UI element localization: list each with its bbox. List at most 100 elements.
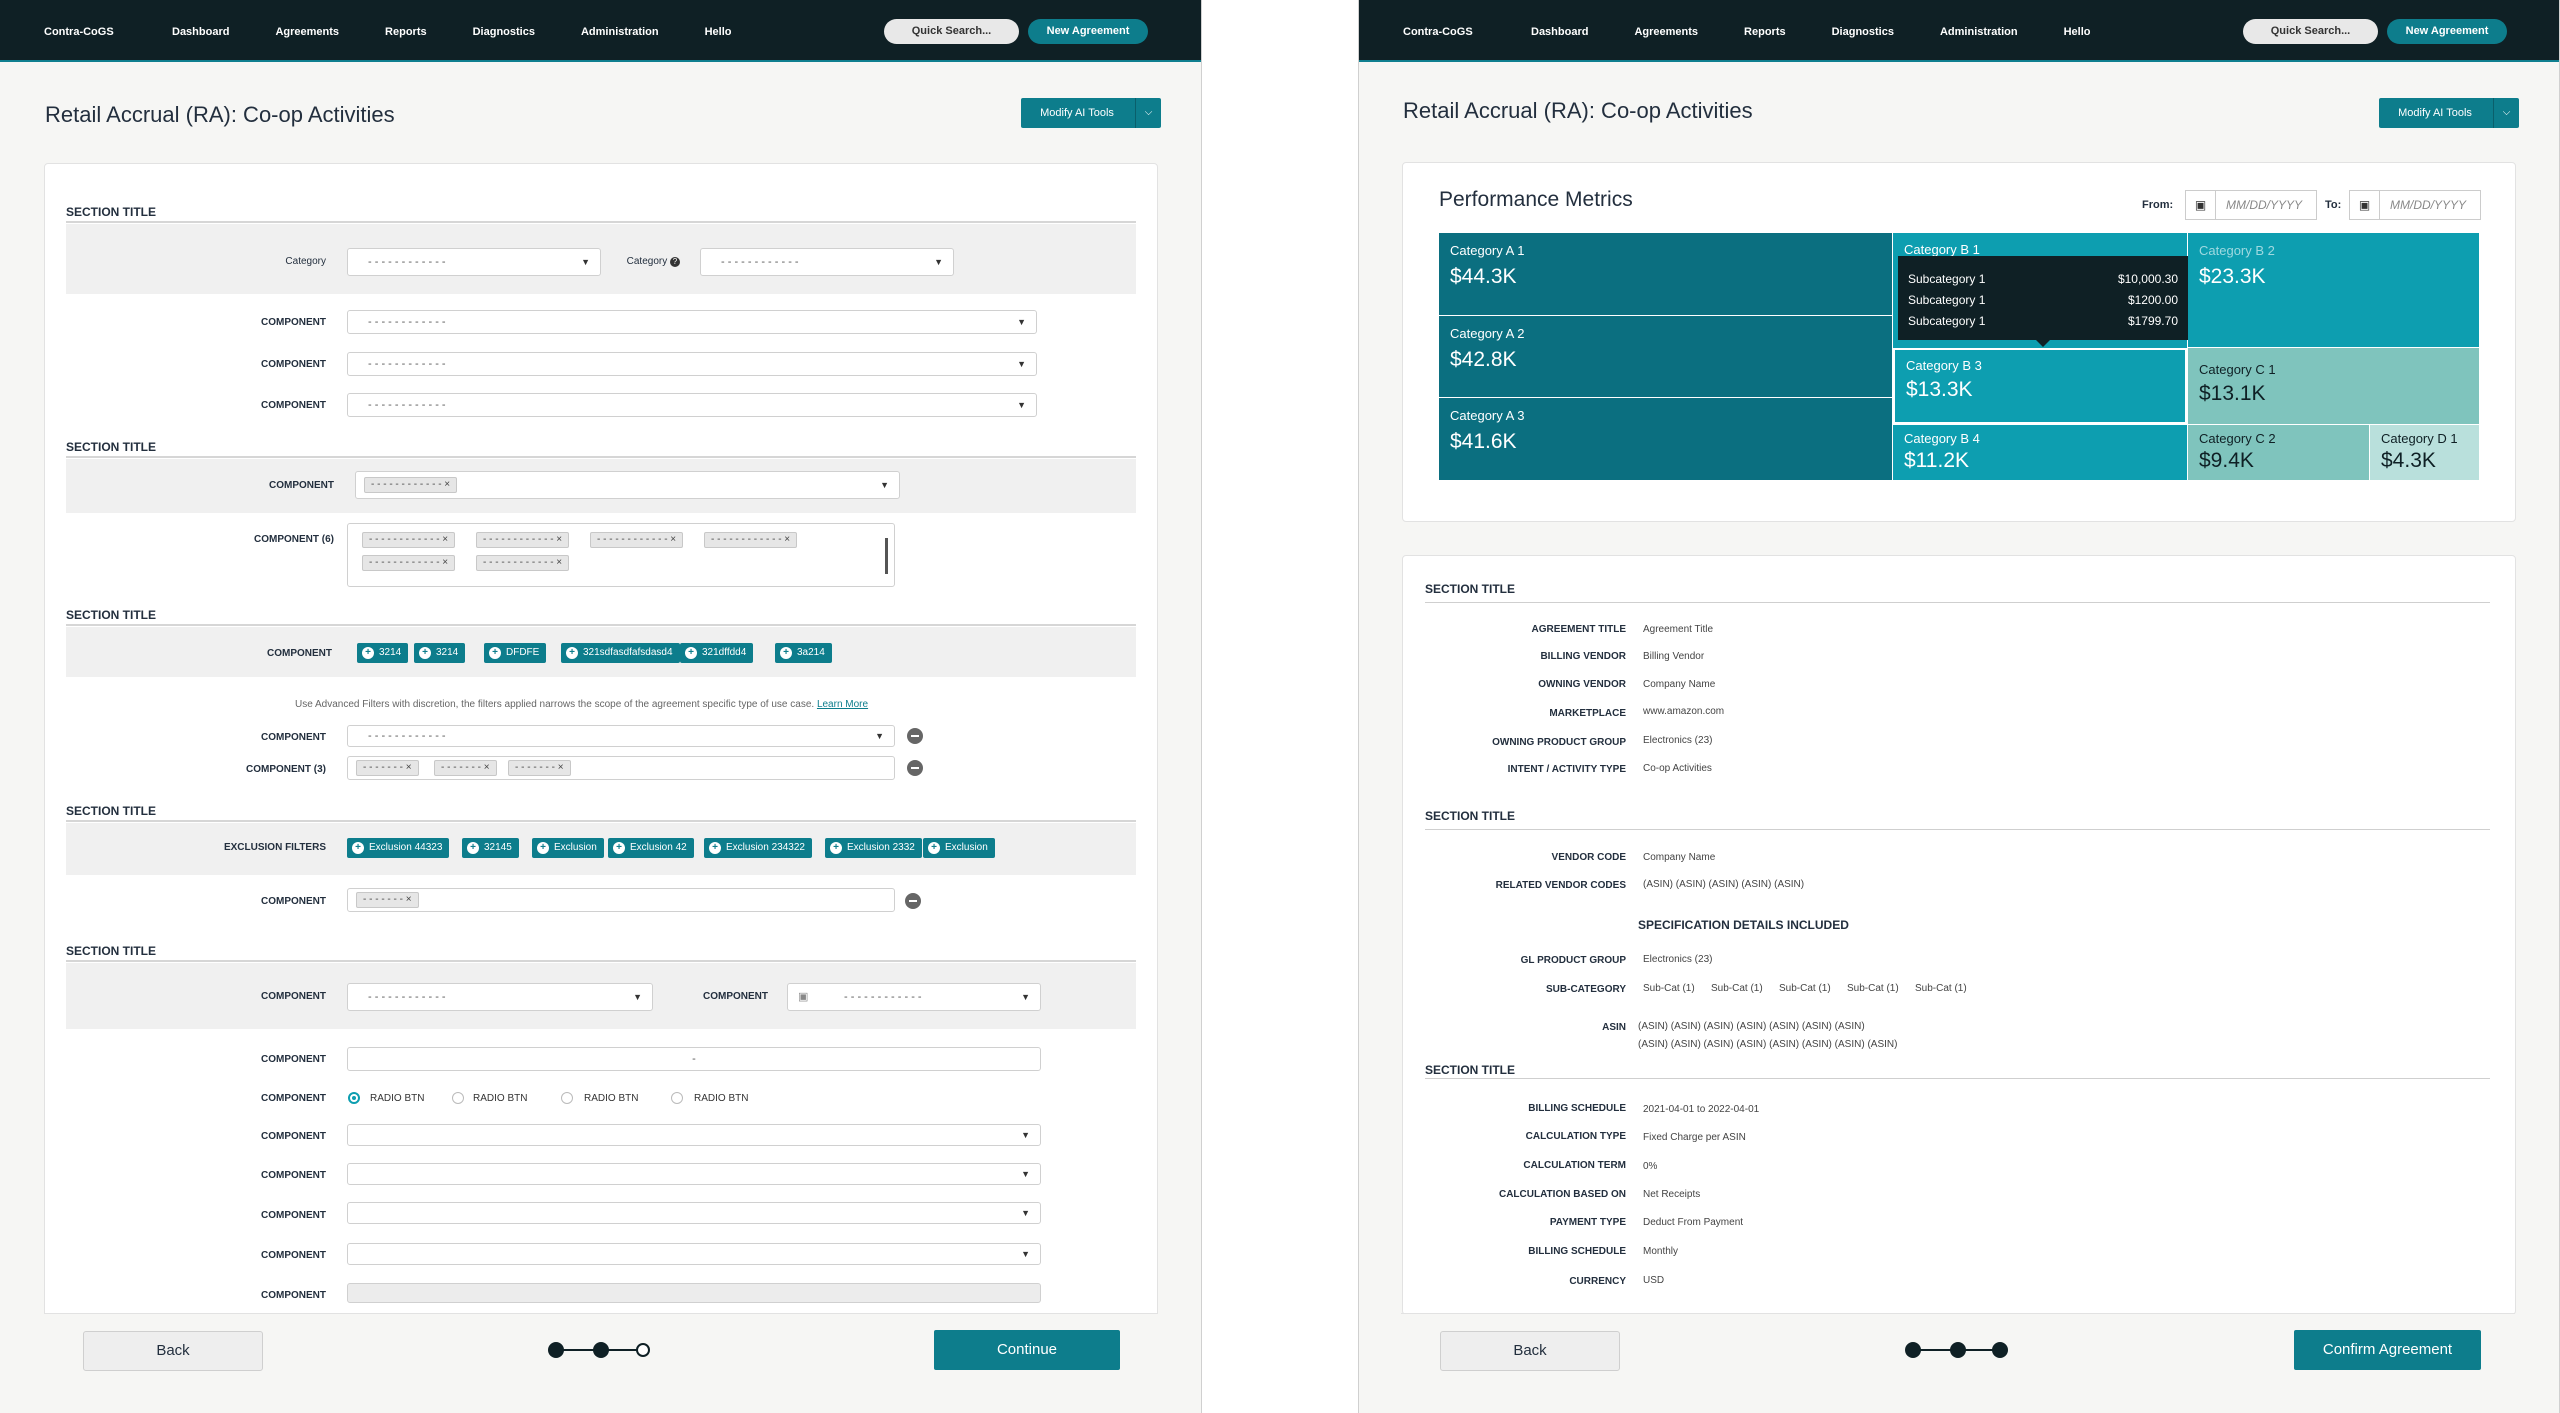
remove-icon[interactable]	[907, 728, 923, 744]
help-icon[interactable]: ?	[670, 257, 680, 267]
calendar-icon[interactable]: ▣	[2350, 191, 2380, 219]
component-label: COMPONENT	[261, 1054, 326, 1065]
exclusion-chip[interactable]: + Exclusion 44323	[347, 838, 450, 858]
component-select[interactable]: - - - - - - - - - - - - ▼	[347, 393, 1037, 417]
component-select[interactable]: - - - - - - - - - - - - ▼	[347, 310, 1037, 334]
filter-chip[interactable]: +321sdfasdfafsdasd4	[561, 643, 680, 663]
exclusion-chip[interactable]: + Exclusion 234322	[704, 838, 812, 858]
radio-button[interactable]	[671, 1092, 683, 1104]
filter-chip[interactable]: +321dffdd4	[680, 643, 754, 663]
from-date-input[interactable]: ▣ MM/DD/YYYY	[2185, 190, 2317, 220]
radio-button[interactable]	[348, 1092, 360, 1104]
nav-dashboard[interactable]: Dashboard	[1531, 26, 1588, 38]
token[interactable]: - - - - - - - ×	[356, 892, 419, 908]
exclusion-chip[interactable]: + Exclusion	[532, 838, 604, 858]
nav-administration[interactable]: Administration	[581, 26, 659, 38]
continue-button[interactable]: Continue	[934, 1330, 1120, 1370]
quick-search-input[interactable]: Quick Search...	[2243, 19, 2378, 44]
nav-hello[interactable]: Hello	[2064, 26, 2091, 38]
filter-chip[interactable]: +3214	[414, 643, 466, 663]
brand-logo[interactable]: Contra-CoGS	[44, 26, 114, 38]
component-select[interactable]: ▼	[347, 1243, 1041, 1265]
scrollbar[interactable]	[885, 538, 888, 574]
treemap-cell-a1[interactable]: Category A 1 $44.3K	[1439, 233, 1892, 315]
treemap-cell-a3[interactable]: Category A 3 $41.6K	[1439, 398, 1892, 480]
brand-logo[interactable]: Contra-CoGS	[1403, 26, 1473, 38]
nav-diagnostics[interactable]: Diagnostics	[1832, 26, 1894, 38]
component-select[interactable]: - - - - - - - - - - - - ▼	[347, 983, 653, 1011]
modify-tools-button[interactable]: Modify AI Tools ⌵	[2379, 98, 2519, 128]
filter-chip[interactable]: +3214	[357, 643, 409, 663]
treemap-cell-b3[interactable]: Category B 3 $13.3K	[1893, 348, 2187, 424]
token[interactable]: - - - - - - - - - - - - ×	[704, 532, 798, 548]
nav-administration[interactable]: Administration	[1940, 26, 2018, 38]
component-select[interactable]: - - - - - - - - - - - - ▼	[347, 725, 895, 747]
nav-reports[interactable]: Reports	[1744, 26, 1786, 38]
token[interactable]: - - - - - - - - - - - - ×	[476, 555, 570, 571]
to-date-input[interactable]: ▣ MM/DD/YYYY	[2349, 190, 2481, 220]
exclusion-chip[interactable]: + Exclusion	[923, 838, 995, 858]
treemap-cell-d1[interactable]: Category D 1 $4.3K	[2370, 425, 2479, 480]
quick-search-input[interactable]: Quick Search...	[884, 19, 1019, 44]
chevron-down-icon[interactable]: ⌵	[2493, 98, 2519, 128]
category-select[interactable]: - - - - - - - - - - - - ▼	[700, 248, 954, 276]
remove-icon[interactable]	[907, 760, 923, 776]
caret-down-icon: ▼	[1017, 400, 1026, 410]
calendar-icon[interactable]: ▣	[2186, 191, 2216, 219]
component-select[interactable]: ▼	[347, 1202, 1041, 1224]
token-select[interactable]: - - - - - - - - - - - - × ▼	[355, 471, 900, 499]
date-select[interactable]: ▣ - - - - - - - - - - - - ▼	[787, 983, 1041, 1011]
tooltip-pointer	[2036, 340, 2050, 347]
remove-icon[interactable]	[905, 893, 921, 909]
multi-token-box[interactable]: - - - - - - - - - - - - × - - - - - - - …	[347, 523, 895, 587]
treemap-cell-a2[interactable]: Category A 2 $42.8K	[1439, 316, 1892, 397]
exclusion-chip[interactable]: + Exclusion 42	[608, 838, 694, 858]
token[interactable]: - - - - - - - ×	[434, 760, 497, 776]
nav-agreements[interactable]: Agreements	[1634, 26, 1698, 38]
tooltip-label: Subcategory 1	[1908, 293, 1986, 307]
token[interactable]: - - - - - - - - - - - - ×	[590, 532, 684, 548]
token[interactable]: - - - - - - - - - - - - ×	[362, 555, 456, 571]
kv-value: 0%	[1643, 1161, 1658, 1172]
exclusion-chip[interactable]: +32145	[462, 838, 519, 858]
filter-chip[interactable]: +3a214	[775, 643, 832, 663]
plus-icon: +	[685, 647, 697, 659]
back-button[interactable]: Back	[1440, 1331, 1620, 1371]
nav-dashboard[interactable]: Dashboard	[172, 26, 229, 38]
tooltip-value: $1200.00	[2127, 293, 2178, 307]
nav-agreements[interactable]: Agreements	[275, 26, 339, 38]
confirm-agreement-button[interactable]: Confirm Agreement	[2294, 1330, 2481, 1370]
filter-chip[interactable]: + DFDFE	[484, 643, 547, 663]
category-select[interactable]: - - - - - - - - - - - - ▼	[347, 248, 601, 276]
component-select[interactable]: ▼	[347, 1124, 1041, 1146]
kv-value: Net Receipts	[1643, 1189, 1701, 1200]
modify-tools-button[interactable]: Modify AI Tools ⌵	[1021, 98, 1161, 128]
radio-button[interactable]	[452, 1092, 464, 1104]
nav-hello[interactable]: Hello	[705, 26, 732, 38]
component-label: COMPONENT	[261, 359, 326, 370]
multi-token-box[interactable]: - - - - - - - × - - - - - - - × - - - - …	[347, 756, 895, 780]
learn-more-link[interactable]: Learn More	[817, 699, 868, 710]
token[interactable]: - - - - - - - - - - - - ×	[476, 532, 570, 548]
new-agreement-button[interactable]: New Agreement	[2387, 19, 2507, 44]
treemap-cell-c2[interactable]: Category C 2 $9.4K	[2188, 425, 2369, 480]
token[interactable]: - - - - - - - ×	[356, 760, 419, 776]
treemap-cell-b2[interactable]: Category B 2 $23.3K	[2188, 233, 2479, 347]
component-select[interactable]: ▼	[347, 1163, 1041, 1185]
component-select[interactable]: - - - - - - - - - - - - ▼	[347, 352, 1037, 376]
back-button[interactable]: Back	[83, 1331, 263, 1371]
token-select[interactable]: - - - - - - - ×	[347, 888, 895, 912]
exclusion-chip[interactable]: + Exclusion 2332	[825, 838, 922, 858]
treemap-cell-b4[interactable]: Category B 4 $11.2K	[1893, 425, 2187, 480]
radio-button[interactable]	[561, 1092, 573, 1104]
treemap-cell-c1[interactable]: Category C 1 $13.1K	[2188, 348, 2479, 424]
token[interactable]: - - - - - - - - - - - - ×	[362, 532, 456, 548]
component-text-field[interactable]: -	[347, 1047, 1041, 1071]
new-agreement-button[interactable]: New Agreement	[1028, 19, 1148, 44]
nav-reports[interactable]: Reports	[385, 26, 427, 38]
token[interactable]: - - - - - - - ×	[508, 760, 571, 776]
component-label: COMPONENT	[261, 1250, 326, 1261]
kv-value: (ASIN) (ASIN) (ASIN) (ASIN) (ASIN)	[1643, 879, 1805, 890]
chevron-down-icon[interactable]: ⌵	[1135, 98, 1161, 128]
nav-diagnostics[interactable]: Diagnostics	[473, 26, 535, 38]
